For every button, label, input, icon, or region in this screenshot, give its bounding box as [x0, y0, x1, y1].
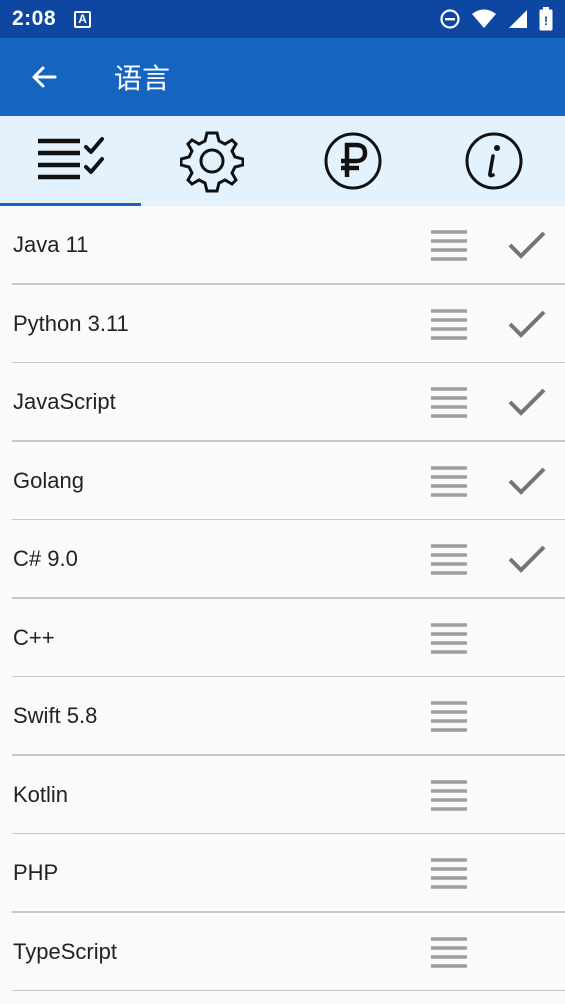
- back-button[interactable]: [0, 38, 88, 116]
- drag-handle-icon[interactable]: [431, 934, 467, 970]
- language-name: C++: [13, 624, 55, 650]
- list-item[interactable]: C# 9.0: [0, 520, 565, 599]
- drag-handle-icon[interactable]: [431, 306, 467, 342]
- check-icon[interactable]: [507, 382, 547, 422]
- check-icon[interactable]: [507, 225, 547, 265]
- check-slot[interactable]: [507, 853, 547, 893]
- language-name: Kotlin: [13, 781, 69, 807]
- list-item[interactable]: Kotlin: [0, 756, 565, 835]
- signal-icon: [509, 10, 527, 28]
- app-bar: 语言: [0, 38, 565, 116]
- list-item[interactable]: Java 11: [0, 206, 565, 285]
- language-name: TypeScript: [13, 938, 117, 964]
- do-not-disturb-icon: [440, 9, 460, 29]
- status-time: 2:08: [12, 7, 57, 30]
- drag-handle-icon[interactable]: [431, 620, 467, 656]
- tab-donate[interactable]: [283, 116, 424, 206]
- battery-icon: !: [539, 7, 553, 31]
- tab-about[interactable]: [424, 116, 565, 206]
- check-slot[interactable]: [507, 775, 547, 815]
- tab-bar: [0, 116, 565, 206]
- ruble-icon: [324, 132, 382, 190]
- gear-icon: [179, 131, 244, 193]
- drag-handle-icon[interactable]: [431, 855, 467, 891]
- page-title: 语言: [114, 62, 171, 95]
- check-slot[interactable]: [507, 618, 547, 658]
- check-slot[interactable]: [507, 696, 547, 736]
- status-bar: 2:08 A !: [0, 0, 565, 38]
- tab-settings[interactable]: [141, 116, 282, 206]
- check-slot[interactable]: [507, 932, 547, 972]
- list-item[interactable]: Python 3.11: [0, 285, 565, 364]
- check-icon[interactable]: [507, 539, 547, 579]
- svg-text:!: !: [544, 14, 548, 28]
- info-icon: [465, 132, 523, 190]
- language-name: JavaScript: [13, 389, 116, 415]
- check-icon[interactable]: [507, 304, 547, 344]
- wifi-icon: [472, 9, 496, 28]
- drag-handle-icon[interactable]: [431, 777, 467, 813]
- notification-a-icon: A: [74, 10, 92, 28]
- list-item[interactable]: Swift 5.8: [0, 677, 565, 756]
- list-item[interactable]: C++: [0, 599, 565, 678]
- language-name: PHP: [13, 860, 59, 886]
- list-item[interactable]: TypeScript: [0, 913, 565, 992]
- back-arrow-icon: [32, 66, 57, 88]
- language-list: Java 11 Python 3.11 JavaScript Golang C#…: [0, 206, 565, 991]
- list-item[interactable]: PHP: [0, 834, 565, 913]
- list-item[interactable]: Golang: [0, 442, 565, 521]
- drag-handle-icon[interactable]: [431, 227, 467, 263]
- language-name: C# 9.0: [13, 546, 78, 572]
- checklist-icon: [37, 137, 104, 180]
- check-icon[interactable]: [507, 461, 547, 501]
- list-item[interactable]: JavaScript: [0, 363, 565, 442]
- status-icons: !: [439, 7, 553, 31]
- drag-handle-icon[interactable]: [431, 384, 467, 420]
- drag-handle-icon[interactable]: [431, 463, 467, 499]
- drag-handle-icon[interactable]: [431, 698, 467, 734]
- language-name: Swift 5.8: [13, 703, 98, 729]
- language-name: Python 3.11: [13, 310, 129, 336]
- language-name: Java 11: [13, 232, 89, 258]
- language-name: Golang: [13, 467, 84, 493]
- drag-handle-icon[interactable]: [431, 541, 467, 577]
- tab-languages[interactable]: [0, 116, 142, 206]
